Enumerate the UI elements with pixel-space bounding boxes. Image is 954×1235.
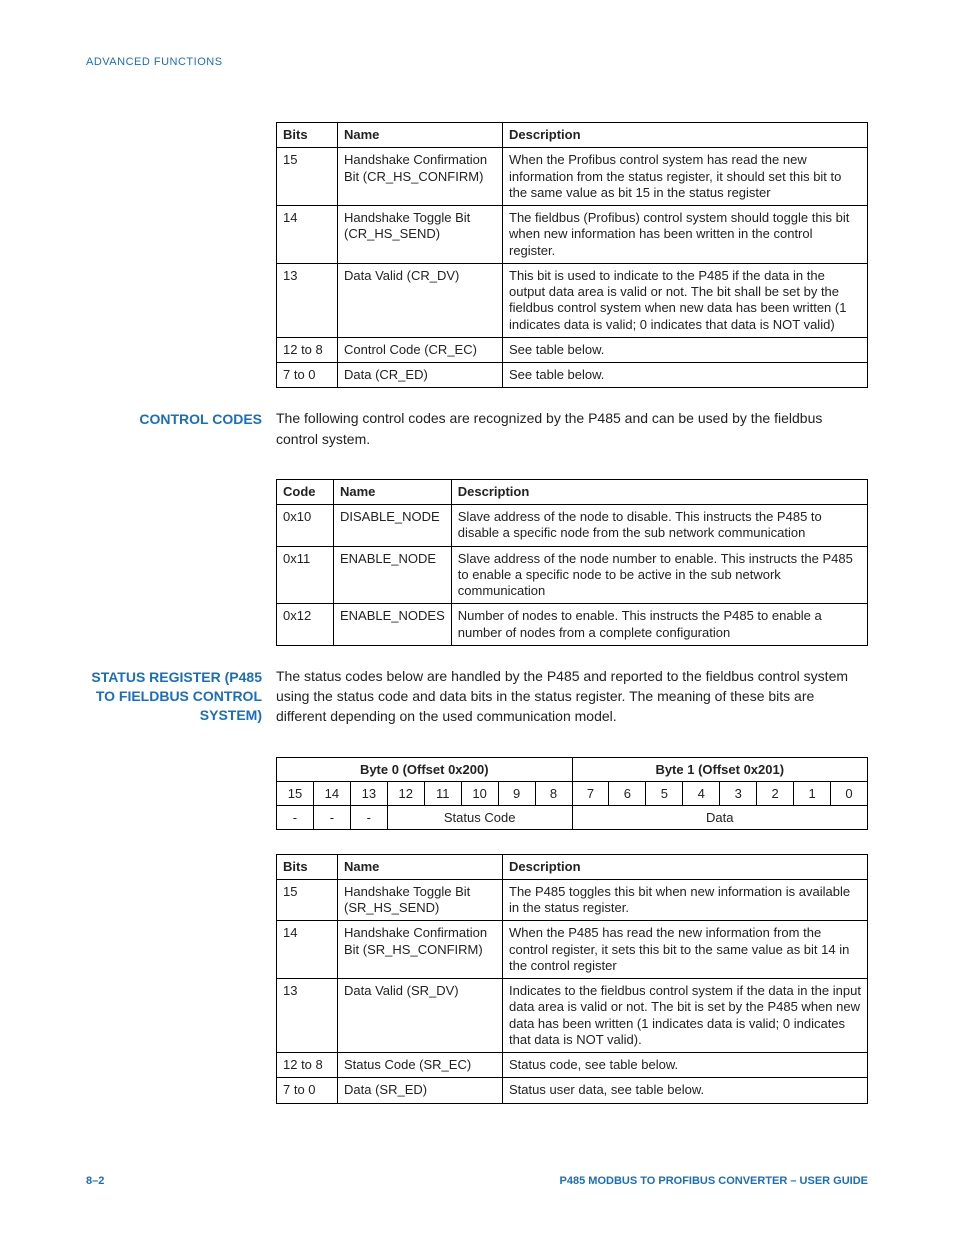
cell: Data (SR_ED) (338, 1078, 503, 1103)
dash-cell: - (350, 805, 387, 829)
cell: 0x10 (277, 505, 334, 547)
control-codes-table: Code Name Description 0x10DISABLE_NODESl… (276, 479, 868, 646)
cell: Number of nodes to enable. This instruct… (451, 604, 867, 646)
bit: 8 (535, 781, 572, 805)
cell: Control Code (CR_EC) (338, 337, 503, 362)
cell: Indicates to the fieldbus control system… (503, 979, 868, 1053)
th-name: Name (338, 854, 503, 879)
bit: 2 (757, 781, 794, 805)
cell: Data (CR_ED) (338, 363, 503, 388)
cell: When the P485 has read the new informati… (503, 921, 868, 979)
cell: 14 (277, 921, 338, 979)
cell: ENABLE_NODES (334, 604, 452, 646)
bit: 13 (350, 781, 387, 805)
th-desc: Description (503, 854, 868, 879)
bit: 9 (498, 781, 535, 805)
cell: Slave address of the node to disable. Th… (451, 505, 867, 547)
status-register-bitmap-table: Byte 0 (Offset 0x200) Byte 1 (Offset 0x2… (276, 757, 868, 830)
bit: 15 (277, 781, 314, 805)
dash-cell: - (313, 805, 350, 829)
cell: 12 to 8 (277, 337, 338, 362)
cell: Handshake Toggle Bit (CR_HS_SEND) (338, 206, 503, 264)
cell: 7 to 0 (277, 363, 338, 388)
bit: 1 (794, 781, 831, 805)
th-bits: Bits (277, 123, 338, 148)
bit: 14 (313, 781, 350, 805)
dash-cell: - (277, 805, 314, 829)
intro-status-register: The status codes below are handled by th… (276, 666, 868, 727)
cell: Status user data, see table below. (503, 1078, 868, 1103)
bit: 6 (609, 781, 646, 805)
cell: ENABLE_NODE (334, 546, 452, 604)
intro-control-codes: The following control codes are recogniz… (276, 408, 868, 449)
data-cell: Data (572, 805, 868, 829)
bit: 5 (646, 781, 683, 805)
th-name: Name (338, 123, 503, 148)
th-desc: Description (451, 479, 867, 504)
byte1-header: Byte 1 (Offset 0x201) (572, 757, 868, 781)
footer-title: P485 MODBUS TO PROFIBUS CONVERTER – USER… (560, 1175, 868, 1187)
cell: 14 (277, 206, 338, 264)
cell: Data Valid (CR_DV) (338, 263, 503, 337)
cell: See table below. (503, 363, 868, 388)
cell: 0x11 (277, 546, 334, 604)
cell: 13 (277, 263, 338, 337)
cell: 12 to 8 (277, 1053, 338, 1078)
cell: 15 (277, 148, 338, 206)
bit: 4 (683, 781, 720, 805)
cell: 13 (277, 979, 338, 1053)
running-header: ADVANCED FUNCTIONS (86, 56, 868, 68)
control-register-bits-table: Bits Name Description 15Handshake Confir… (276, 122, 868, 388)
bit: 3 (720, 781, 757, 805)
cell: Status Code (SR_EC) (338, 1053, 503, 1078)
cell: Status code, see table below. (503, 1053, 868, 1078)
cell: Data Valid (SR_DV) (338, 979, 503, 1053)
bit: 11 (424, 781, 461, 805)
heading-control-codes: CONTROL CODES (86, 408, 276, 429)
byte0-header: Byte 0 (Offset 0x200) (277, 757, 573, 781)
cell: 0x12 (277, 604, 334, 646)
cell: 15 (277, 879, 338, 921)
status-code-cell: Status Code (387, 805, 572, 829)
cell: The fieldbus (Profibus) control system s… (503, 206, 868, 264)
cell: DISABLE_NODE (334, 505, 452, 547)
page-number: 8–2 (86, 1175, 104, 1187)
cell: See table below. (503, 337, 868, 362)
cell: This bit is used to indicate to the P485… (503, 263, 868, 337)
th-name: Name (334, 479, 452, 504)
cell: 7 to 0 (277, 1078, 338, 1103)
bit: 10 (461, 781, 498, 805)
cell: When the Profibus control system has rea… (503, 148, 868, 206)
th-code: Code (277, 479, 334, 504)
cell: Slave address of the node number to enab… (451, 546, 867, 604)
cell: The P485 toggles this bit when new infor… (503, 879, 868, 921)
bit: 7 (572, 781, 609, 805)
bit: 12 (387, 781, 424, 805)
cell: Handshake Confirmation Bit (CR_HS_CONFIR… (338, 148, 503, 206)
cell: Handshake Confirmation Bit (SR_HS_CONFIR… (338, 921, 503, 979)
heading-status-register: STATUS REGISTER (P485 TO FIELDBUS CONTRO… (86, 666, 276, 725)
status-register-bits-table: Bits Name Description 15Handshake Toggle… (276, 854, 868, 1104)
cell: Handshake Toggle Bit (SR_HS_SEND) (338, 879, 503, 921)
th-desc: Description (503, 123, 868, 148)
th-bits: Bits (277, 854, 338, 879)
bit: 0 (831, 781, 868, 805)
